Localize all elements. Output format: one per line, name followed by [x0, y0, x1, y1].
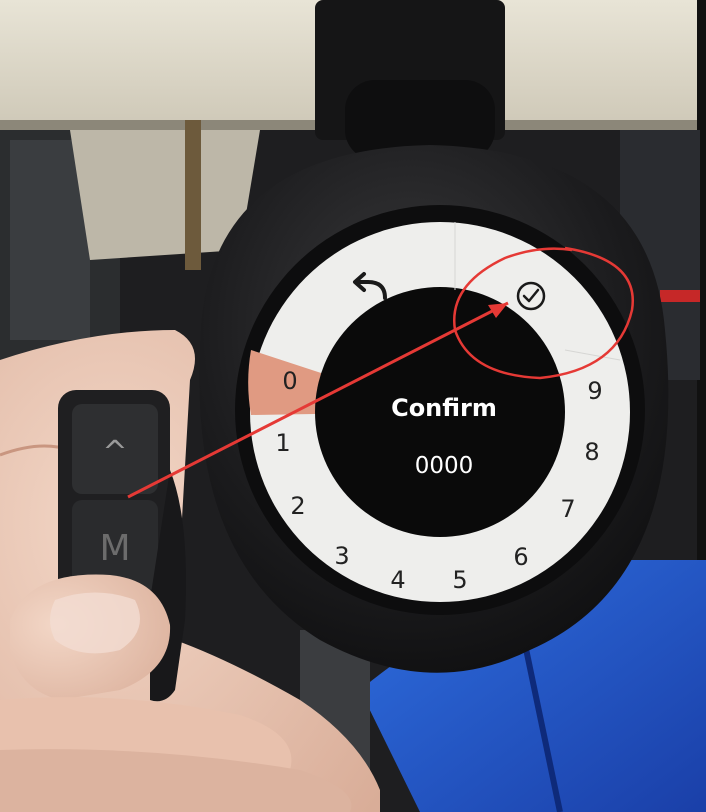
scene-svg: 0 1 2 3 4 5 6 7 8 9 Confirm 0000 ^ M [0, 0, 706, 812]
dial-digit[interactable]: 5 [452, 566, 467, 594]
background-cable [185, 120, 201, 270]
dial-digit[interactable]: 6 [513, 543, 528, 571]
dial-digit[interactable]: 9 [587, 377, 602, 405]
dial-digit[interactable]: 8 [584, 438, 599, 466]
dial-digit[interactable]: 2 [290, 492, 305, 520]
dial-digit[interactable]: 4 [390, 566, 405, 594]
thumbnail [50, 592, 140, 654]
dial-digit[interactable]: 3 [334, 542, 349, 570]
screen-title: Confirm [391, 394, 497, 422]
mode-button-label: M [99, 528, 130, 569]
dial-digit[interactable]: 0 [282, 367, 297, 395]
dial-digit[interactable]: 1 [275, 429, 290, 457]
up-chevron-icon: ^ [102, 435, 127, 470]
background-red-object [660, 290, 700, 302]
screen-code: 0000 [415, 453, 474, 479]
dial-digit[interactable]: 7 [560, 495, 575, 523]
photo-scene: 0 1 2 3 4 5 6 7 8 9 Confirm 0000 ^ M [0, 0, 706, 812]
device-screen: 0 1 2 3 4 5 6 7 8 9 Confirm 0000 [248, 222, 630, 602]
